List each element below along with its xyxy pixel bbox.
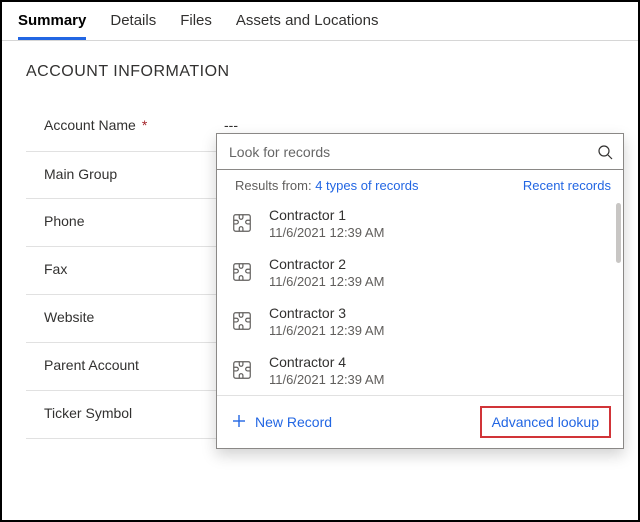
- label-main-group: Main Group: [44, 166, 117, 182]
- label-fax: Fax: [44, 261, 67, 277]
- label-parent-account: Parent Account: [44, 357, 139, 373]
- label-website: Website: [44, 309, 94, 325]
- label-account-name: Account Name: [44, 117, 136, 133]
- result-item[interactable]: Contractor 1 11/6/2021 12:39 AM: [217, 199, 615, 248]
- lookup-input[interactable]: [227, 143, 597, 161]
- puzzle-icon: [231, 261, 255, 285]
- new-record-label: New Record: [255, 414, 332, 430]
- result-title: Contractor 1: [269, 207, 384, 223]
- label-phone: Phone: [44, 213, 84, 229]
- result-title: Contractor 3: [269, 305, 384, 321]
- puzzle-icon: [231, 310, 255, 334]
- required-marker: *: [142, 117, 147, 133]
- puzzle-icon: [231, 359, 255, 383]
- result-title: Contractor 4: [269, 354, 384, 370]
- recent-records-link[interactable]: Recent records: [523, 178, 611, 193]
- results-list: Contractor 1 11/6/2021 12:39 AM Contract…: [217, 199, 623, 395]
- lookup-input-wrap: [217, 134, 623, 170]
- advanced-lookup-button[interactable]: Advanced lookup: [480, 406, 611, 438]
- result-sub: 11/6/2021 12:39 AM: [269, 372, 384, 387]
- result-item[interactable]: Contractor 3 11/6/2021 12:39 AM: [217, 297, 615, 346]
- result-sub: 11/6/2021 12:39 AM: [269, 323, 384, 338]
- results-from-link[interactable]: 4 types of records: [315, 178, 418, 193]
- label-ticker-symbol: Ticker Symbol: [44, 405, 132, 421]
- lookup-panel: Results from: 4 types of records Recent …: [216, 133, 624, 449]
- result-item[interactable]: Contractor 4 11/6/2021 12:39 AM: [217, 346, 615, 395]
- tab-summary[interactable]: Summary: [18, 8, 86, 40]
- section-title: ACCOUNT INFORMATION: [26, 63, 620, 81]
- results-from-label: Results from:: [235, 178, 312, 193]
- results-header: Results from: 4 types of records Recent …: [217, 170, 623, 199]
- tab-details[interactable]: Details: [110, 8, 156, 40]
- result-item[interactable]: Contractor 2 11/6/2021 12:39 AM: [217, 248, 615, 297]
- result-title: Contractor 2: [269, 256, 384, 272]
- scrollbar-thumb[interactable]: [616, 203, 621, 263]
- tab-files[interactable]: Files: [180, 8, 212, 40]
- puzzle-icon: [231, 212, 255, 236]
- new-record-button[interactable]: New Record: [231, 413, 332, 432]
- search-icon[interactable]: [597, 144, 613, 160]
- result-sub: 11/6/2021 12:39 AM: [269, 225, 384, 240]
- result-sub: 11/6/2021 12:39 AM: [269, 274, 384, 289]
- tab-assets[interactable]: Assets and Locations: [236, 8, 379, 40]
- lookup-footer: New Record Advanced lookup: [217, 395, 623, 448]
- tab-bar: Summary Details Files Assets and Locatio…: [2, 2, 638, 41]
- plus-icon: [231, 413, 247, 432]
